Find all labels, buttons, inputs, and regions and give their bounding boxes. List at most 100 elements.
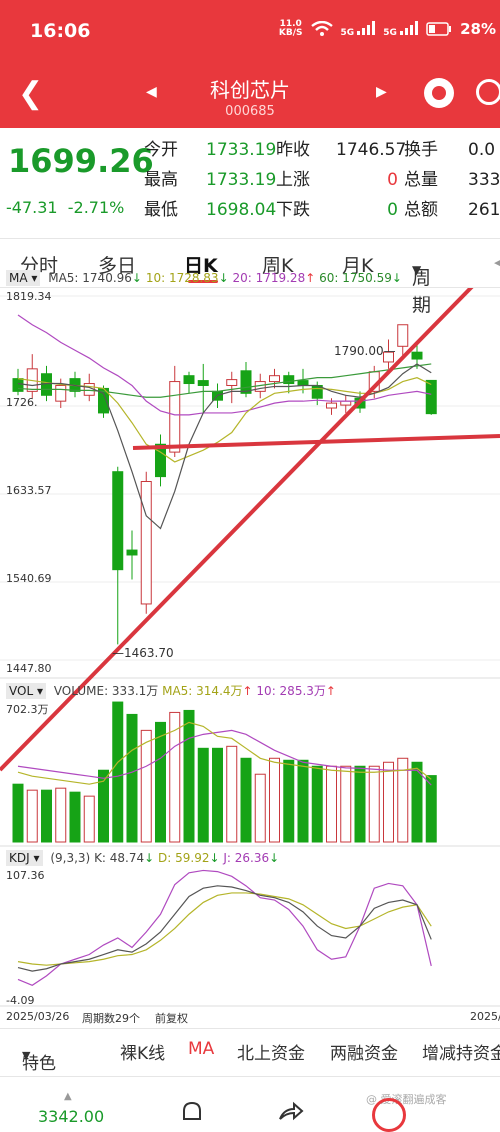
ma20-up-arrow-icon: ↑: [305, 271, 316, 285]
candle-body: [397, 324, 409, 347]
volume-bar: [226, 745, 238, 843]
volume-bar: [183, 709, 195, 843]
vol-ma10-up-arrow-icon: ↑: [325, 684, 336, 698]
low-value: 1698.04: [206, 200, 277, 220]
quote-panel: 1699.26 -47.31 -2.71% 今开 最高 最低 1733.19 1…: [0, 128, 500, 236]
vol-y-label: 702.3万: [6, 703, 49, 716]
candle-body: [226, 379, 238, 386]
amount-label: 总额: [404, 200, 438, 220]
vol-ma10-value: 10: 285.3万: [256, 684, 326, 698]
turnover-value: 0.0: [468, 140, 496, 160]
more-tabs-icon[interactable]: ◀: [494, 251, 500, 273]
ma20-line: [17, 314, 432, 416]
assistant-icon[interactable]: [424, 78, 454, 108]
bottom-bar: ▲ 3342.00 @ 爱滚翻遍成客: [0, 1076, 500, 1126]
tab-northbound[interactable]: 北上资金: [237, 1039, 305, 1064]
kdj-legend: KDJ ▾ (9,3,3) K: 48.74↓ D: 59.92↓ J: 26.…: [6, 850, 279, 866]
quote-col-labels-1: 今开 最高 最低: [144, 136, 178, 226]
volume-bar: [283, 759, 295, 843]
volume-bar: [212, 747, 223, 843]
high-mark-arrow: —: [383, 344, 396, 358]
volume-bar: [297, 759, 309, 843]
candle-body: [425, 379, 437, 415]
volume-bar: [41, 789, 52, 843]
stock-code: 000685: [225, 104, 275, 119]
kdj-d-line: [17, 892, 432, 966]
candle-body: [12, 378, 24, 392]
low-mark-value: 1463.70: [124, 646, 174, 660]
volume-legend: VOL ▾ VOLUME: 333.1万 MA5: 314.4万↑ 10: 28…: [6, 682, 336, 699]
kline-chart[interactable]: [0, 288, 500, 1018]
bell-icon[interactable]: [178, 1099, 206, 1127]
y-label-top: 1819.34: [6, 290, 52, 303]
tab-bare-k[interactable]: 裸K线: [120, 1039, 165, 1064]
tab-holdings[interactable]: 增减持资金: [422, 1039, 500, 1064]
tab-ma[interactable]: MA: [188, 1039, 214, 1059]
volume-bar: [69, 791, 81, 843]
candle-body: [169, 381, 181, 453]
signal-5g-icon: 5G: [341, 20, 376, 38]
volume-value: 333.: [468, 170, 500, 190]
vol-tag-label: VOL: [9, 684, 34, 698]
tab-margin[interactable]: 两融资金: [330, 1039, 398, 1064]
ma-selector[interactable]: MA ▾: [6, 270, 41, 286]
volume-value: VOLUME: 333.1万: [53, 684, 159, 698]
kdj-params: (9,3,3): [50, 851, 91, 865]
candle-body: [183, 375, 195, 385]
change-pct: -2.71%: [67, 198, 125, 217]
ma5-down-arrow-icon: ↓: [131, 271, 142, 285]
change-value: -47.31: [6, 198, 58, 217]
candle-body: [326, 402, 337, 409]
end-date: 2025/: [470, 1010, 500, 1023]
vol-selector[interactable]: VOL ▾: [6, 683, 46, 699]
triangle-right-icon[interactable]: ▶: [376, 84, 387, 100]
amount-value: 261.: [468, 200, 500, 220]
kdj-j-line: [17, 869, 432, 986]
down-value: 0: [387, 200, 398, 220]
high-mark-label: 1790.00—: [334, 344, 396, 358]
high-value: 1733.19: [206, 170, 277, 190]
volume-bar: [425, 775, 437, 843]
share-icon[interactable]: [276, 1099, 304, 1127]
j-down-arrow-icon: ↓: [269, 851, 280, 865]
prevclose-label: 昨收: [276, 140, 310, 160]
y-label-2: 1726.: [6, 396, 38, 409]
volume-bar: [269, 757, 280, 843]
kdj-tag-label: KDJ: [9, 851, 30, 865]
candle-body: [55, 384, 67, 402]
kdj-y-bottom: -4.09: [6, 994, 35, 1007]
search-icon[interactable]: [476, 79, 500, 105]
d-down-arrow-icon: ↓: [209, 851, 220, 865]
status-time: 16:06: [30, 20, 91, 42]
kdj-d-value: D: 59.92: [158, 851, 210, 865]
netspeed-unit: KB/S: [278, 28, 303, 38]
volume-bar: [197, 747, 209, 843]
add-watchlist-button[interactable]: [372, 1098, 406, 1132]
volume-bar: [55, 787, 67, 843]
up-value: 0: [387, 170, 398, 190]
quote-col-labels-2: 昨收 上涨 下跌: [276, 136, 310, 226]
nav-bar: ❮ ◀ 科创芯片 000685 ▶: [0, 62, 500, 128]
low-label: 最低: [144, 200, 178, 220]
quote-col-labels-3: 换手 总量 总额: [404, 136, 438, 226]
volume-bar: [240, 757, 252, 843]
indicator-tabs: 特色 ▼ 裸K线 MA 北上资金 两融资金 增减持资金: [0, 1028, 500, 1074]
kdj-selector[interactable]: KDJ ▾: [6, 850, 43, 866]
up-label: 上涨: [276, 170, 310, 190]
adjust-mode[interactable]: 前复权: [155, 1010, 188, 1026]
kdj-k-value: K: 48.74: [94, 851, 145, 865]
last-price: 1699.26: [8, 142, 154, 180]
volume-bar: [326, 765, 337, 843]
volume-bar: [26, 789, 38, 843]
kline-layer: [12, 324, 437, 645]
battery-percent: 28%: [460, 20, 496, 38]
low-mark-label: —1463.70: [112, 646, 174, 660]
down-label: 下跌: [276, 200, 310, 220]
y-label-bottom: 1447.80: [6, 662, 52, 675]
y-label-4: 1540.69: [6, 572, 52, 585]
period-count: 周期数29个: [82, 1012, 140, 1025]
netspeed-indicator: 11.0 KB/S: [279, 20, 303, 38]
quote-col-values-3: 0.0 333. 261.: [468, 136, 500, 226]
volume-bar: [83, 795, 95, 843]
open-value: 1733.19: [206, 140, 277, 160]
